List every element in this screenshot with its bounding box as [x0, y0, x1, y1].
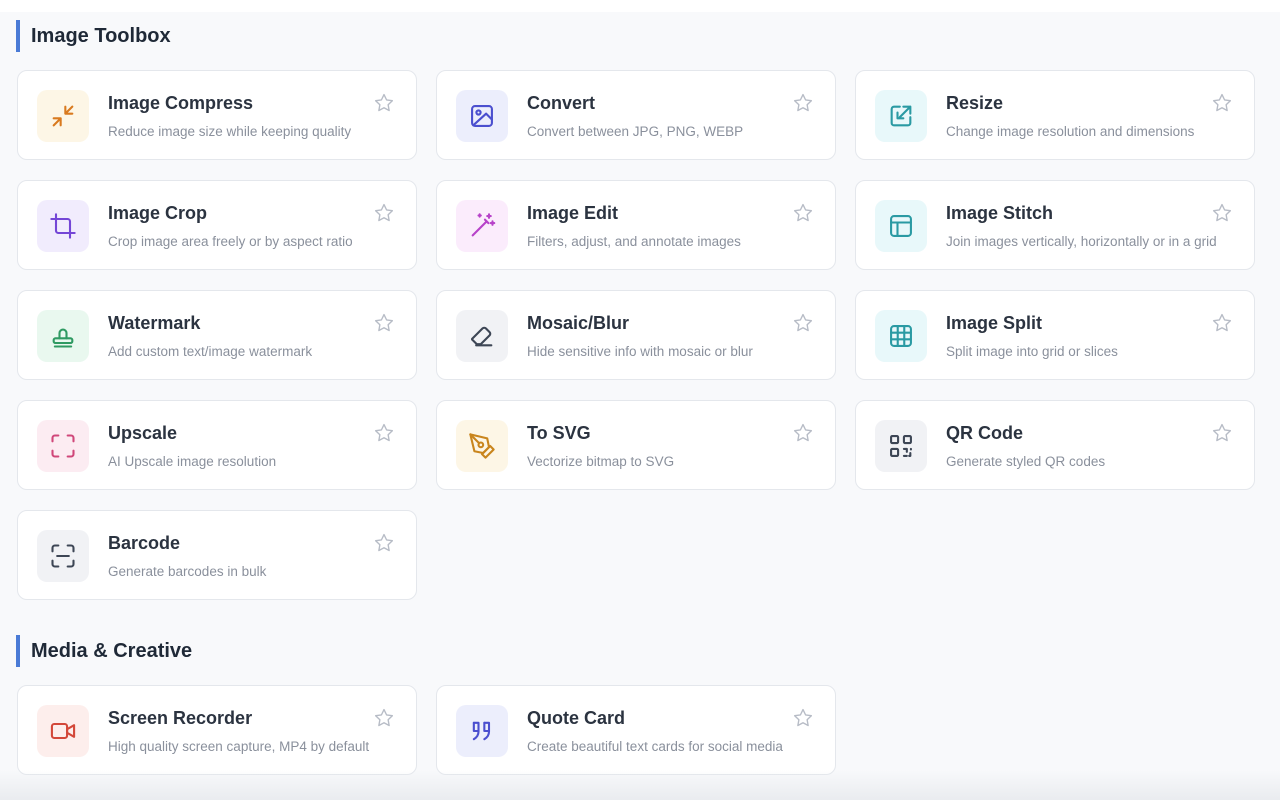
qr-code-icon [890, 435, 912, 457]
tool-description: Split image into grid or slices [946, 344, 1118, 359]
tool-icon-box [456, 705, 508, 757]
tool-card-image-split[interactable]: Image Split Split image into grid or slic… [855, 290, 1255, 380]
tool-name: Watermark [108, 313, 201, 333]
tool-name: Screen Recorder [108, 708, 253, 728]
tool-name: Image Edit [527, 203, 619, 223]
tool-description: Generate barcodes in bulk [108, 564, 267, 579]
tool-icon-box [875, 310, 927, 362]
tool-description: Change image resolution and dimensions [946, 124, 1195, 139]
tool-card-image-crop[interactable]: Image Crop Crop image area freely or by a… [17, 180, 417, 270]
tool-name: Image Stitch [946, 203, 1054, 223]
favorite-star-icon[interactable] [1211, 422, 1233, 444]
tool-card-mosaic-blur[interactable]: Mosaic/Blur Hide sensitive info with mosa… [436, 290, 836, 380]
favorite-star-icon[interactable] [1211, 92, 1233, 114]
video-camera-icon [50, 722, 76, 740]
tool-name: To SVG [527, 423, 591, 443]
stamp-icon [52, 328, 74, 348]
tool-name: Convert [527, 93, 596, 113]
tool-description: Hide sensitive info with mosaic or blur [527, 344, 753, 359]
tool-name: Image Compress [108, 93, 254, 113]
tool-icon-box [456, 90, 508, 142]
tool-icon-box [37, 310, 89, 362]
layout-icon [890, 215, 912, 237]
tool-icon-box [37, 90, 89, 142]
scan-icon [51, 544, 75, 568]
tool-card-image-stitch[interactable]: Image Stitch Join images vertically, hori… [855, 180, 1255, 270]
favorite-star-icon[interactable] [373, 422, 395, 444]
tool-icon-box [875, 420, 927, 472]
tool-icon-box [37, 420, 89, 472]
tool-card-resize[interactable]: Resize Change image resolution and dimens… [855, 70, 1255, 160]
tool-description: AI Upscale image resolution [108, 454, 277, 469]
expand-corners-icon [51, 434, 75, 458]
favorite-star-icon[interactable] [373, 532, 395, 554]
scroll-fade [0, 770, 1280, 800]
tool-icon-box [456, 420, 508, 472]
tool-description: Convert between JPG, PNG, WEBP [527, 124, 744, 139]
tool-icon-box [37, 530, 89, 582]
tool-card-image-compress[interactable]: Image Compress Reduce image size while ke… [17, 70, 417, 160]
image-icon [471, 105, 493, 127]
tool-icon-box [456, 310, 508, 362]
tool-name: Upscale [108, 423, 178, 443]
tool-name: Resize [946, 93, 1004, 113]
tool-card-upscale[interactable]: Upscale AI Upscale image resolution [17, 400, 417, 490]
quote-icon [472, 721, 491, 741]
tool-card-watermark[interactable]: Watermark Add custom text/image watermark [17, 290, 417, 380]
favorite-star-icon[interactable] [1211, 312, 1233, 334]
favorite-star-icon[interactable] [373, 707, 395, 729]
section-title: Image Toolbox [16, 20, 171, 52]
tool-card-qr-code[interactable]: QR Code Generate styled QR codes [855, 400, 1255, 490]
favorite-star-icon[interactable] [792, 707, 814, 729]
tool-description: Generate styled QR codes [946, 454, 1106, 469]
tool-card-image-edit[interactable]: Image Edit Filters, adjust, and annotate … [436, 180, 836, 270]
favorite-star-icon[interactable] [373, 312, 395, 334]
eraser-icon [470, 326, 493, 347]
tool-description: Filters, adjust, and annotate images [527, 234, 741, 249]
tool-description: Reduce image size while keeping quality [108, 124, 352, 139]
grid-icon [890, 325, 912, 347]
tool-name: Quote Card [527, 708, 626, 728]
tool-description: Join images vertically, horizontally or … [946, 234, 1217, 249]
tool-description: Create beautiful text cards for social m… [527, 739, 783, 754]
favorite-star-icon[interactable] [792, 312, 814, 334]
favorite-star-icon[interactable] [373, 92, 395, 114]
tool-description: High quality screen capture, MP4 by defa… [108, 739, 370, 754]
section-title: Media & Creative [16, 635, 192, 667]
resize-icon [890, 105, 912, 127]
crop-icon [50, 213, 76, 239]
pen-tool-icon [469, 433, 495, 459]
compress-icon [52, 105, 74, 127]
tool-description: Crop image area freely or by aspect rati… [108, 234, 353, 249]
favorite-star-icon[interactable] [792, 422, 814, 444]
tool-name: QR Code [946, 423, 1024, 443]
tool-name: Image Crop [108, 203, 208, 223]
favorite-star-icon[interactable] [792, 92, 814, 114]
tool-card-screen-recorder[interactable]: Screen Recorder High quality screen captu… [17, 685, 417, 775]
tool-icon-box [37, 200, 89, 252]
tool-icon-box [875, 90, 927, 142]
tool-name: Barcode [108, 533, 181, 553]
magic-wand-icon [471, 213, 496, 237]
tool-card-convert[interactable]: Convert Convert between JPG, PNG, WEBP [436, 70, 836, 160]
tool-description: Add custom text/image watermark [108, 344, 313, 359]
favorite-star-icon[interactable] [792, 202, 814, 224]
tool-name: Mosaic/Blur [527, 313, 630, 333]
tool-card-barcode[interactable]: Barcode Generate barcodes in bulk [17, 510, 417, 600]
tool-card-quote-card[interactable]: Quote Card Create beautiful text cards fo… [436, 685, 836, 775]
tool-icon-box [875, 200, 927, 252]
tool-description: Vectorize bitmap to SVG [527, 454, 675, 469]
favorite-star-icon[interactable] [373, 202, 395, 224]
tool-name: Image Split [946, 313, 1043, 333]
tool-icon-box [37, 705, 89, 757]
tool-icon-box [456, 200, 508, 252]
favorite-star-icon[interactable] [1211, 202, 1233, 224]
tool-card-to-svg[interactable]: To SVG Vectorize bitmap to SVG [436, 400, 836, 490]
